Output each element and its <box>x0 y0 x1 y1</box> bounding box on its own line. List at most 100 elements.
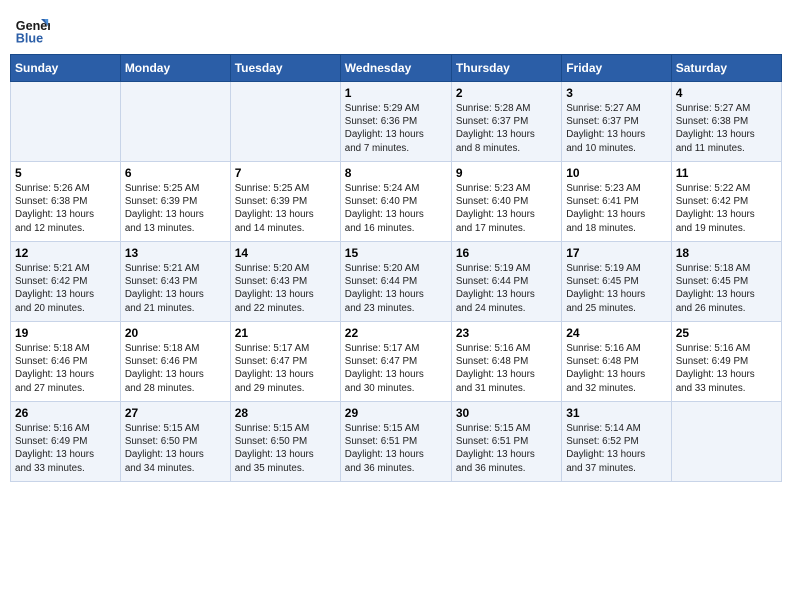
calendar-cell: 28 Sunrise: 5:15 AM Sunset: 6:50 PM Dayli… <box>230 402 340 482</box>
calendar-cell: 27Sunrise: 5:15 AM Sunset: 6:50 PM Dayli… <box>120 402 230 482</box>
day-content: Sunrise: 5:20 AM Sunset: 6:43 PM Dayligh… <box>235 262 336 315</box>
day-number: 14 <box>235 246 336 260</box>
calendar-cell: 21Sunrise: 5:17 AM Sunset: 6:47 PM Dayli… <box>230 322 340 402</box>
calendar-cell: 16 Sunrise: 5:19 AM Sunset: 6:44 PM Dayli… <box>451 242 561 322</box>
day-content: Sunrise: 5:21 AM Sunset: 6:42 PM Dayligh… <box>15 262 116 315</box>
calendar-cell: 14 Sunrise: 5:20 AM Sunset: 6:43 PM Dayli… <box>230 242 340 322</box>
calendar-cell: 26 Sunrise: 5:16 AM Sunset: 6:49 PM Dayli… <box>11 402 121 482</box>
day-content: Sunrise: 5:20 AM Sunset: 6:44 PM Dayligh… <box>345 262 447 315</box>
calendar-cell: 18 Sunrise: 5:18 AM Sunset: 6:45 PM Dayli… <box>671 242 781 322</box>
day-number: 30 <box>456 406 557 420</box>
calendar-cell: 3 Sunrise: 5:27 AM Sunset: 6:37 PM Daylig… <box>562 82 672 162</box>
day-number: 29 <box>345 406 447 420</box>
day-number: 12 <box>15 246 116 260</box>
day-content: Sunrise: 5:18 AM Sunset: 6:45 PM Dayligh… <box>676 262 777 315</box>
day-content: Sunrise: 5:26 AM Sunset: 6:38 PM Dayligh… <box>15 182 116 235</box>
day-number: 5 <box>15 166 116 180</box>
calendar-cell: 7 Sunrise: 5:25 AM Sunset: 6:39 PM Daylig… <box>230 162 340 242</box>
calendar-cell: 11 Sunrise: 5:22 AM Sunset: 6:42 PM Dayli… <box>671 162 781 242</box>
calendar-cell: 2 Sunrise: 5:28 AM Sunset: 6:37 PM Daylig… <box>451 82 561 162</box>
day-number: 2 <box>456 86 557 100</box>
day-content: Sunrise: 5:17 AM Sunset: 6:47 PM Dayligh… <box>345 342 447 395</box>
day-number: 11 <box>676 166 777 180</box>
calendar-cell <box>11 82 121 162</box>
day-header-tuesday: Tuesday <box>230 55 340 82</box>
calendar-cell: 17 Sunrise: 5:19 AM Sunset: 6:45 PM Dayli… <box>562 242 672 322</box>
week-row-4: 19 Sunrise: 5:18 AM Sunset: 6:46 PM Dayli… <box>11 322 782 402</box>
day-number: 26 <box>15 406 116 420</box>
day-number: 13 <box>125 246 226 260</box>
day-number: 7 <box>235 166 336 180</box>
day-content: Sunrise: 5:21 AM Sunset: 6:43 PM Dayligh… <box>125 262 226 315</box>
calendar-cell: 29Sunrise: 5:15 AM Sunset: 6:51 PM Dayli… <box>340 402 451 482</box>
calendar-cell: 25 Sunrise: 5:16 AM Sunset: 6:49 PM Dayli… <box>671 322 781 402</box>
day-header-friday: Friday <box>562 55 672 82</box>
day-number: 21 <box>235 326 336 340</box>
day-content: Sunrise: 5:19 AM Sunset: 6:44 PM Dayligh… <box>456 262 557 315</box>
logo-icon: General Blue <box>14 10 50 46</box>
day-number: 31 <box>566 406 667 420</box>
day-number: 19 <box>15 326 116 340</box>
calendar-cell: 22 Sunrise: 5:17 AM Sunset: 6:47 PM Dayli… <box>340 322 451 402</box>
day-content: Sunrise: 5:15 AM Sunset: 6:50 PM Dayligh… <box>235 422 336 475</box>
calendar-cell <box>671 402 781 482</box>
day-number: 25 <box>676 326 777 340</box>
day-number: 18 <box>676 246 777 260</box>
day-content: Sunrise: 5:27 AM Sunset: 6:38 PM Dayligh… <box>676 102 777 155</box>
day-number: 8 <box>345 166 447 180</box>
day-content: Sunrise: 5:25 AM Sunset: 6:39 PM Dayligh… <box>235 182 336 235</box>
calendar-cell: 8 Sunrise: 5:24 AM Sunset: 6:40 PM Daylig… <box>340 162 451 242</box>
day-header-wednesday: Wednesday <box>340 55 451 82</box>
day-number: 3 <box>566 86 667 100</box>
week-row-5: 26 Sunrise: 5:16 AM Sunset: 6:49 PM Dayli… <box>11 402 782 482</box>
day-content: Sunrise: 5:22 AM Sunset: 6:42 PM Dayligh… <box>676 182 777 235</box>
calendar-cell: 31 Sunrise: 5:14 AM Sunset: 6:52 PM Dayli… <box>562 402 672 482</box>
calendar-table: SundayMondayTuesdayWednesdayThursdayFrid… <box>10 54 782 482</box>
calendar-cell: 24Sunrise: 5:16 AM Sunset: 6:48 PM Dayli… <box>562 322 672 402</box>
calendar-cell: 23 Sunrise: 5:16 AM Sunset: 6:48 PM Dayli… <box>451 322 561 402</box>
day-number: 22 <box>345 326 447 340</box>
page-header: General Blue <box>10 10 782 46</box>
day-content: Sunrise: 5:28 AM Sunset: 6:37 PM Dayligh… <box>456 102 557 155</box>
day-header-sunday: Sunday <box>11 55 121 82</box>
day-content: Sunrise: 5:18 AM Sunset: 6:46 PM Dayligh… <box>125 342 226 395</box>
day-content: Sunrise: 5:16 AM Sunset: 6:49 PM Dayligh… <box>15 422 116 475</box>
day-number: 1 <box>345 86 447 100</box>
calendar-cell <box>120 82 230 162</box>
day-number: 17 <box>566 246 667 260</box>
day-content: Sunrise: 5:18 AM Sunset: 6:46 PM Dayligh… <box>15 342 116 395</box>
day-number: 15 <box>345 246 447 260</box>
day-header-saturday: Saturday <box>671 55 781 82</box>
day-content: Sunrise: 5:19 AM Sunset: 6:45 PM Dayligh… <box>566 262 667 315</box>
day-header-monday: Monday <box>120 55 230 82</box>
day-content: Sunrise: 5:14 AM Sunset: 6:52 PM Dayligh… <box>566 422 667 475</box>
day-content: Sunrise: 5:25 AM Sunset: 6:39 PM Dayligh… <box>125 182 226 235</box>
day-content: Sunrise: 5:29 AM Sunset: 6:36 PM Dayligh… <box>345 102 447 155</box>
day-number: 6 <box>125 166 226 180</box>
day-content: Sunrise: 5:16 AM Sunset: 6:49 PM Dayligh… <box>676 342 777 395</box>
day-content: Sunrise: 5:16 AM Sunset: 6:48 PM Dayligh… <box>566 342 667 395</box>
day-content: Sunrise: 5:24 AM Sunset: 6:40 PM Dayligh… <box>345 182 447 235</box>
calendar-cell: 6 Sunrise: 5:25 AM Sunset: 6:39 PM Daylig… <box>120 162 230 242</box>
day-content: Sunrise: 5:27 AM Sunset: 6:37 PM Dayligh… <box>566 102 667 155</box>
week-row-3: 12 Sunrise: 5:21 AM Sunset: 6:42 PM Dayli… <box>11 242 782 322</box>
calendar-cell: 19 Sunrise: 5:18 AM Sunset: 6:46 PM Dayli… <box>11 322 121 402</box>
calendar-cell: 15 Sunrise: 5:20 AM Sunset: 6:44 PM Dayli… <box>340 242 451 322</box>
calendar-cell: 13 Sunrise: 5:21 AM Sunset: 6:43 PM Dayli… <box>120 242 230 322</box>
day-number: 28 <box>235 406 336 420</box>
svg-text:Blue: Blue <box>16 31 43 45</box>
day-number: 16 <box>456 246 557 260</box>
day-header-thursday: Thursday <box>451 55 561 82</box>
day-number: 10 <box>566 166 667 180</box>
calendar-cell: 4 Sunrise: 5:27 AM Sunset: 6:38 PM Daylig… <box>671 82 781 162</box>
calendar-cell <box>230 82 340 162</box>
day-number: 4 <box>676 86 777 100</box>
calendar-cell: 5 Sunrise: 5:26 AM Sunset: 6:38 PM Daylig… <box>11 162 121 242</box>
day-number: 23 <box>456 326 557 340</box>
day-content: Sunrise: 5:16 AM Sunset: 6:48 PM Dayligh… <box>456 342 557 395</box>
calendar-cell: 9Sunrise: 5:23 AM Sunset: 6:40 PM Daylig… <box>451 162 561 242</box>
day-number: 27 <box>125 406 226 420</box>
day-content: Sunrise: 5:23 AM Sunset: 6:40 PM Dayligh… <box>456 182 557 235</box>
calendar-cell: 30Sunrise: 5:15 AM Sunset: 6:51 PM Dayli… <box>451 402 561 482</box>
day-content: Sunrise: 5:23 AM Sunset: 6:41 PM Dayligh… <box>566 182 667 235</box>
